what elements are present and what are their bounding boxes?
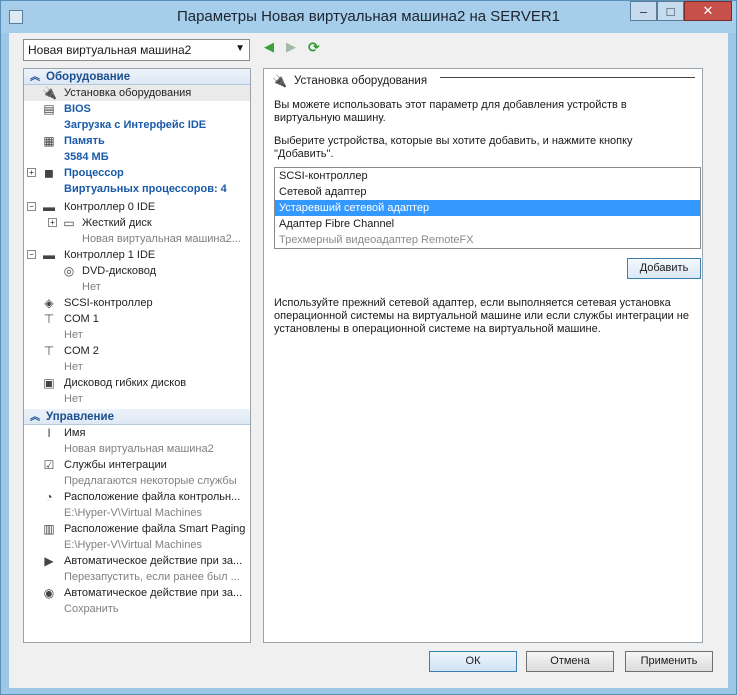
auto-stop-icon: ◉ [43,586,55,600]
tree-item-memory[interactable]: ▦ Память 3584 МБ [24,133,250,165]
dialog-client: Новая виртуальная машина2 ▼ ◀ ▶ ⟳ ︽ Обору… [9,33,728,688]
auto-start-icon: ▶ [44,554,54,568]
checkpoint-folder-icon: ◔ [45,490,53,504]
tree-item-dvd-drive[interactable]: ◎ DVD-дисковод Нет [24,263,250,295]
tree-item-ide-controller-0[interactable]: − ▬ Контроллер 0 IDE [24,199,250,215]
chevron-down-icon: ▼ [235,43,245,54]
description-text: Используйте прежний сетевой адаптер, есл… [274,297,689,335]
minimize-button[interactable]: – [630,1,657,21]
dvd-drive-icon: ◎ [63,264,75,278]
tree-item-ide-controller-1[interactable]: − ▬ Контроллер 1 IDE [24,247,250,263]
tree-item-integration-services[interactable]: ☑ Службы интеграции Предлагаются некотор… [24,457,250,489]
minimize-icon: – [639,3,648,19]
vm-select[interactable]: Новая виртуальная машина2 ▼ [23,39,250,61]
tree-item-smart-paging-location[interactable]: ▥ Расположение файла Smart Paging E:\Hyp… [24,521,250,553]
tree-item-com2[interactable]: ⊤ COM 2 Нет [24,343,250,375]
tree-item-name[interactable]: I Имя Новая виртуальная машина2 [24,425,250,457]
apply-button[interactable]: Применить [625,651,713,672]
device-list[interactable]: SCSI-контроллер Сетевой адаптер Устаревш… [274,167,701,249]
cancel-button[interactable]: Отмена [526,651,614,672]
maximize-icon: □ [666,3,675,19]
ok-button[interactable]: ОК [429,651,517,672]
floppy-disk-icon: ▣ [43,376,55,390]
list-item-selected[interactable]: Устаревший сетевой адаптер [275,200,700,216]
com-port-icon: ⊤ [43,312,55,326]
tree-item-bios[interactable]: ▤ BIOS Загрузка с Интерфейс IDE [24,101,250,133]
tree-item-processor[interactable]: + ◼ Процессор Виртуальных процессоров: 4 [24,165,250,197]
ide-controller-icon: ▬ [43,248,55,262]
back-arrow-icon[interactable]: ◀ [264,40,278,54]
collapse-tree-icon[interactable]: − [27,202,36,211]
nav-toolbar: ◀ ▶ ⟳ [264,40,322,55]
collapse-icon: ︽ [30,72,40,83]
close-button[interactable]: ✕ [684,1,732,21]
vm-select-value: Новая виртуальная машина2 [28,43,192,57]
settings-window: Параметры Новая виртуальная машина2 на S… [0,0,737,695]
list-item[interactable]: SCSI-контроллер [275,168,700,184]
divider [440,77,695,78]
add-hardware-icon: 🔌 [42,86,57,100]
forward-arrow-icon[interactable]: ▶ [286,40,300,54]
integration-services-icon: ☑ [43,458,55,472]
ide-controller-icon: ▬ [43,200,55,214]
close-icon: ✕ [702,3,714,18]
instruction-text: Выберите устройства, которые вы хотите д… [274,135,633,160]
expand-icon[interactable]: + [27,168,36,177]
tree-item-floppy[interactable]: ▣ Дисковод гибких дисков Нет [24,375,250,407]
expand-icon[interactable]: + [48,218,57,227]
com-port-icon: ⊤ [43,344,55,358]
settings-tree: ︽ Оборудование 🔌 Установка оборудования ▤… [23,68,251,643]
processor-icon: ◼ [44,166,54,180]
hard-disk-icon: ▭ [63,216,75,230]
section-hardware[interactable]: ︽ Оборудование [24,69,250,85]
name-icon: I [47,426,51,440]
window-title: Параметры Новая виртуальная машина2 на S… [176,8,561,25]
tree-item-scsi-controller[interactable]: ◈ SCSI-контроллер [24,295,250,311]
list-item[interactable]: Адаптер Fibre Channel [275,216,700,232]
add-button[interactable]: Добавить [627,258,701,279]
details-pane: 🔌 Установка оборудования Вы можете испол… [263,68,703,643]
maximize-button[interactable]: □ [657,1,684,21]
section-management[interactable]: ︽ Управление [24,409,250,425]
memory-icon: ▦ [43,134,55,148]
refresh-icon[interactable]: ⟳ [308,40,322,54]
tree-item-auto-stop-action[interactable]: ◉ Автоматическое действие при за... Сохр… [24,585,250,617]
tree-item-com1[interactable]: ⊤ COM 1 Нет [24,311,250,343]
bios-icon: ▤ [43,102,55,116]
collapse-tree-icon[interactable]: − [27,250,36,259]
smart-paging-icon: ▥ [43,522,55,536]
list-item[interactable]: Сетевой адаптер [275,184,700,200]
tree-item-auto-start-action[interactable]: ▶ Автоматическое действие при за... Пере… [24,553,250,585]
list-item-disabled: Трехмерный видеоадаптер RemoteFX [279,234,474,246]
collapse-icon: ︽ [30,412,40,423]
tree-item-hard-disk[interactable]: + ▭ Жесткий диск Новая виртуальная машин… [24,215,250,247]
intro-text: Вы можете использовать этот параметр для… [274,99,627,124]
title-bar[interactable]: Параметры Новая виртуальная машина2 на S… [1,1,736,33]
tree-item-checkpoint-location[interactable]: ◔ Расположение файла контрольн... E:\Hyp… [24,489,250,521]
scsi-controller-icon: ◈ [44,296,54,310]
tree-item-add-hardware[interactable]: 🔌 Установка оборудования [24,85,250,101]
